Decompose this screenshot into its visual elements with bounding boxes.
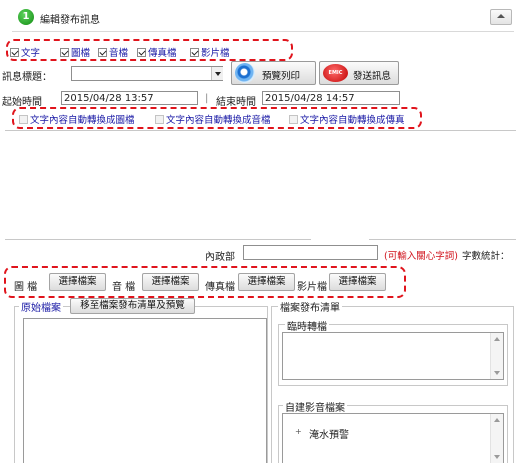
time-separator: | [205,93,209,104]
scroll-down-icon[interactable] [494,455,500,459]
chevron-up-icon [497,14,505,18]
dropdown-arrow-icon[interactable] [211,67,223,80]
send-message-button[interactable]: EMIC 發送訊息 [319,61,399,85]
end-time-input[interactable]: 2015/04/28 14:57 [262,91,400,105]
move-to-publish-list-button[interactable]: 移至檔案發布清單及預覽 [70,298,195,314]
tree-item-flood-warning[interactable]: 淹水預警 [309,426,349,441]
start-time-label: 起始時間 [2,97,42,108]
preview-eye-icon [235,63,255,83]
word-count-label: 字數統計： [462,251,510,262]
temp-convert-list[interactable] [282,332,504,380]
publish-list-title: 檔案發布清單 [278,299,342,314]
builtin-media-list[interactable]: + 淹水預警 [282,413,504,463]
collapse-button[interactable] [490,9,512,25]
builtin-media-title: 自建影音檔案 [283,399,347,414]
panel-header: 1 編輯發布訊息 [12,4,514,32]
end-time-label: 結束時間 [216,97,256,108]
preview-print-button[interactable]: 預覽列印 [231,61,316,85]
tree-expand-icon[interactable]: + [295,427,302,436]
keyword-hint: (可輸入關心字詞) [384,251,458,262]
temp-convert-title: 臨時轉檔 [285,318,329,333]
content-label: 內政部 [205,252,235,263]
scrollbar[interactable] [490,414,503,463]
step-number-icon: 1 [18,9,34,25]
emic-logo-icon: EMIC [323,64,348,82]
original-files-label: 原始檔案 [19,299,63,314]
message-title-select[interactable] [71,66,223,81]
original-files-list[interactable] [23,318,267,463]
scroll-down-icon[interactable] [494,371,500,375]
scrollbar[interactable] [490,333,503,379]
highlight-box-uploads [4,266,406,298]
panel-title: 編輯發布訊息 [40,15,100,26]
start-time-input[interactable]: 2015/04/28 13:57 [61,91,198,105]
scroll-up-icon[interactable] [494,337,500,341]
content-input[interactable] [243,245,378,260]
scroll-up-icon[interactable] [494,418,500,422]
message-title-label: 訊息標題： [2,72,52,83]
highlight-box-types [6,39,293,61]
content-textarea[interactable] [5,130,516,240]
highlight-box-convert [12,107,422,129]
